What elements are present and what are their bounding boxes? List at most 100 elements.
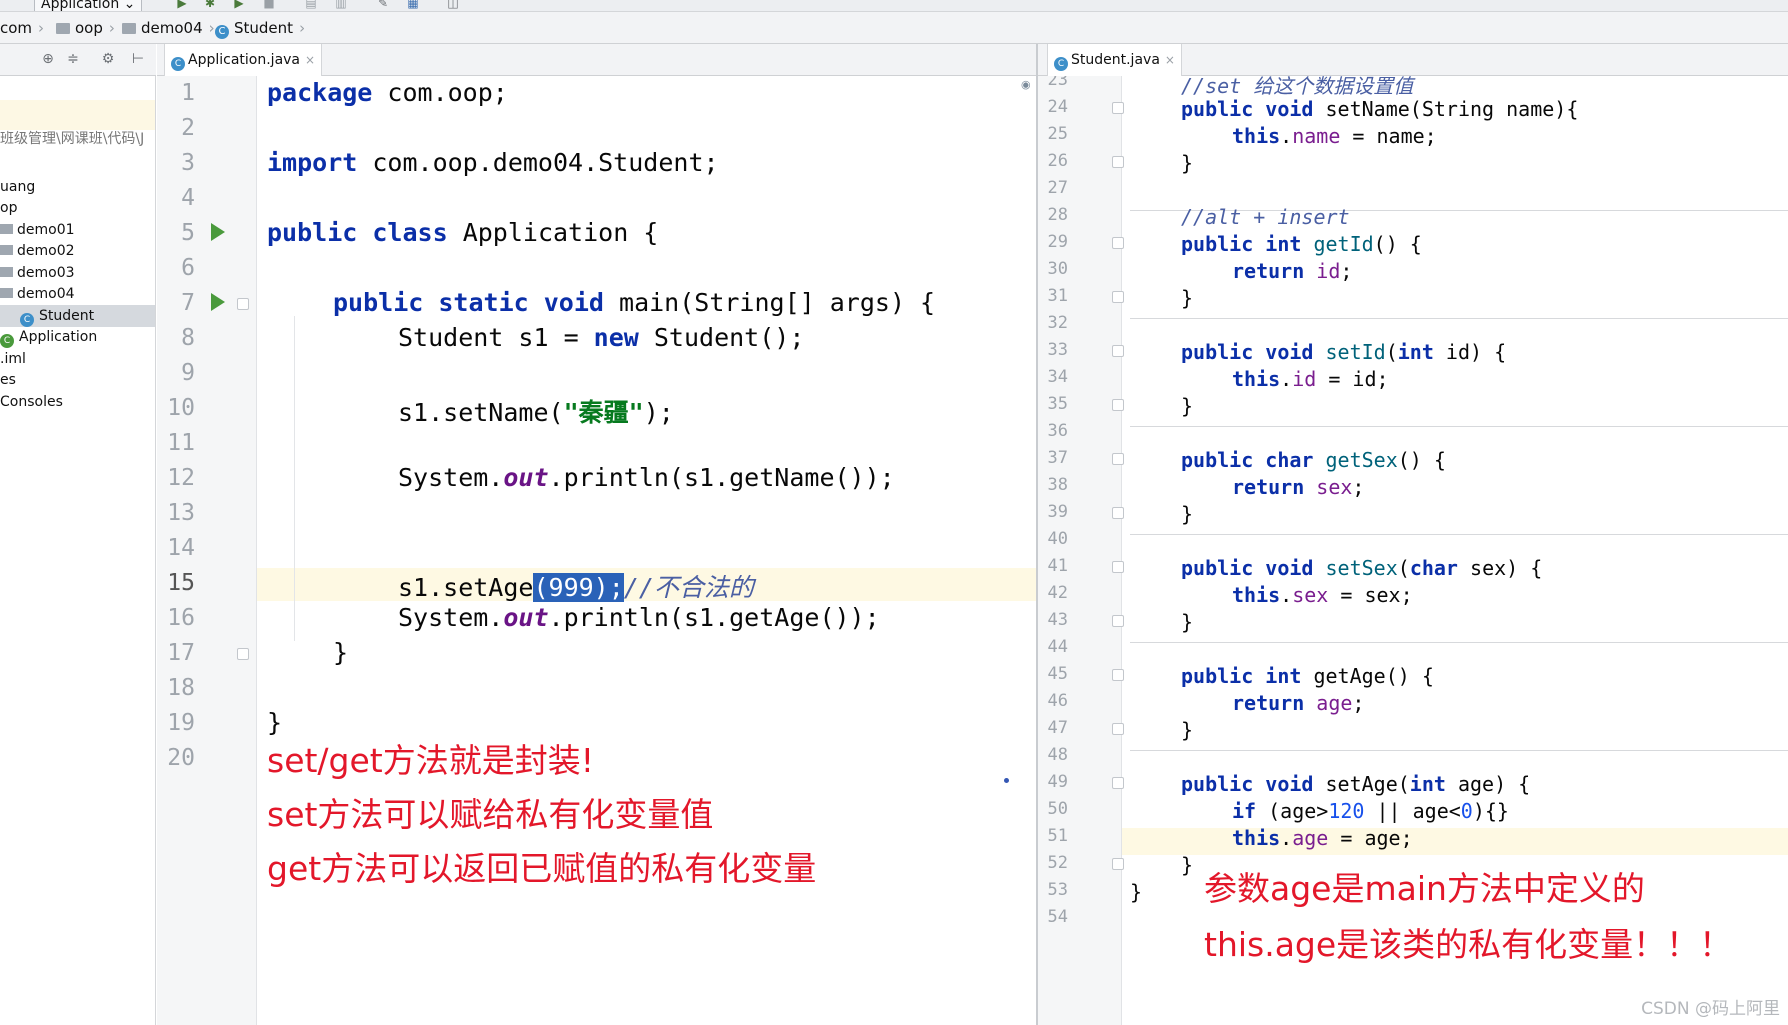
fold-icon[interactable] <box>237 648 249 660</box>
current-line-highlight <box>1038 828 1788 855</box>
run-gutter-icon[interactable] <box>211 223 225 241</box>
code-line-1: package com.oop; <box>267 78 508 107</box>
tree-item-libraries[interactable]: es <box>0 369 16 391</box>
project-root-row[interactable] <box>0 100 155 130</box>
keyword: public <box>1181 772 1254 796</box>
line-number: 29 <box>1047 232 1068 252</box>
tab-application-java[interactable]: C Application.java × <box>164 44 323 76</box>
line-number: 53 <box>1047 880 1068 900</box>
keyword: char <box>1265 448 1314 472</box>
settings-icon[interactable]: ✎ <box>376 0 390 10</box>
code-text: = id; <box>1316 367 1389 391</box>
tree-item[interactable]: op <box>0 197 17 219</box>
collapse-icon[interactable]: ≑ <box>65 51 81 67</box>
line-number: 4 <box>181 185 195 211</box>
line-number: 39 <box>1047 502 1068 522</box>
tree-item-iml[interactable]: .iml <box>0 348 26 370</box>
field: age <box>1292 826 1329 850</box>
right-code-editor[interactable]: 23 24 25 26 27 28 29 30 31 32 33 34 35 3… <box>1038 76 1788 1025</box>
stop-icon[interactable]: ■ <box>262 0 276 10</box>
close-icon[interactable]: × <box>305 53 315 67</box>
breadcrumb-student[interactable]: C Student › <box>215 12 305 44</box>
fold-icon[interactable] <box>1112 399 1124 411</box>
tab-student-java[interactable]: C Student.java × <box>1047 44 1182 76</box>
folder-icon <box>0 288 13 298</box>
run-gutter-icon[interactable] <box>211 293 225 311</box>
keyword: int <box>1265 664 1302 688</box>
keyword: class <box>372 218 448 247</box>
locate-icon[interactable]: ⊕ <box>40 51 56 67</box>
build-icon[interactable]: ▤ <box>304 0 318 10</box>
keyword: int <box>1397 340 1434 364</box>
tab-label: Application.java <box>188 52 301 68</box>
breadcrumb-com[interactable]: com › <box>0 12 44 44</box>
line-number: 46 <box>1047 691 1068 711</box>
keyword: this <box>1232 826 1281 850</box>
code-text: Student(); <box>638 323 805 352</box>
folder-icon <box>122 23 136 34</box>
keyword: char <box>1409 556 1458 580</box>
code-text: setName(String name){ <box>1313 97 1579 121</box>
code-text: ); <box>643 398 674 427</box>
fold-icon[interactable] <box>1112 291 1124 303</box>
code-text: s1.setAge <box>398 573 534 602</box>
breadcrumb-oop[interactable]: oop › <box>56 12 115 44</box>
debug-icon[interactable]: ✱ <box>203 0 217 10</box>
fold-icon[interactable] <box>1112 156 1124 168</box>
left-code-editor[interactable]: 1 2 3 4 5 6 7 8 9 10 11 12 13 14 15 16 1… <box>157 76 1036 1025</box>
line-number: 11 <box>167 430 195 456</box>
tree-item-student[interactable]: C Student <box>0 305 155 327</box>
project-structure-icon[interactable]: ◫ <box>446 0 460 10</box>
fold-icon[interactable] <box>1112 723 1124 735</box>
tree-item-label: uang <box>0 179 36 195</box>
tree-item-label: op <box>0 200 18 216</box>
line-number: 31 <box>1047 286 1068 306</box>
fold-icon[interactable] <box>1112 561 1124 573</box>
code-line-15: s1.setAge(999);//不合法的 <box>398 568 754 604</box>
breadcrumb-label: com <box>0 19 33 37</box>
fold-icon[interactable] <box>1112 858 1124 870</box>
breadcrumb-demo04[interactable]: demo04 › <box>122 12 215 44</box>
line-number: 6 <box>181 255 195 281</box>
fold-icon[interactable] <box>1112 345 1124 357</box>
code-text: () { <box>1397 448 1446 472</box>
code-text: ( <box>1385 340 1398 364</box>
fold-icon[interactable] <box>1112 777 1124 789</box>
tree-item-consoles[interactable]: Consoles <box>0 391 63 413</box>
code-line-29: public int getId() { <box>1181 232 1422 256</box>
fold-icon[interactable] <box>1112 237 1124 249</box>
comment: //不合法的 <box>623 573 754 602</box>
code-line-17: } <box>333 638 349 667</box>
selected-text[interactable]: (999); <box>533 573 624 602</box>
fold-icon[interactable] <box>237 298 249 310</box>
structure-icon[interactable]: ▦ <box>406 0 420 10</box>
fold-icon[interactable] <box>1112 453 1124 465</box>
code-line-39: } <box>1181 502 1194 526</box>
code-text: || age< <box>1364 799 1461 823</box>
gear-icon[interactable]: ⚙ <box>100 51 116 67</box>
code-line-34: this.id = id; <box>1232 367 1389 391</box>
eye-icon[interactable]: ◉ <box>1021 78 1031 91</box>
tree-item-demo03[interactable]: demo03 <box>0 262 75 284</box>
close-icon[interactable]: × <box>1165 53 1175 67</box>
coverage-icon[interactable]: ▶ <box>232 0 246 10</box>
fold-icon[interactable] <box>1112 102 1124 114</box>
tree-item-demo02[interactable]: demo02 <box>0 240 75 262</box>
number-literal: 0 <box>1460 799 1473 823</box>
run-icon[interactable]: ▶ <box>175 0 189 10</box>
fold-icon[interactable] <box>1112 507 1124 519</box>
tree-item-application[interactable]: C Application <box>0 326 97 348</box>
vcs-icon[interactable]: ▥ <box>334 0 348 10</box>
field: age <box>1304 691 1353 715</box>
run-configuration-select[interactable]: Application ⌄ <box>34 0 143 11</box>
fold-icon[interactable] <box>1112 615 1124 627</box>
keyword: public <box>267 218 358 247</box>
tree-item[interactable]: uang <box>0 176 35 198</box>
field: sex <box>1292 583 1329 607</box>
tree-item-demo01[interactable]: demo01 <box>0 219 75 241</box>
annotation-encapsulation: set/get方法就是封装! <box>267 741 594 780</box>
fold-icon[interactable] <box>1112 669 1124 681</box>
tree-item-demo04[interactable]: demo04 <box>0 283 75 305</box>
hide-panel-icon[interactable]: ⊢ <box>130 51 146 67</box>
right-editor-tabs: C Student.java × <box>1038 44 1788 76</box>
